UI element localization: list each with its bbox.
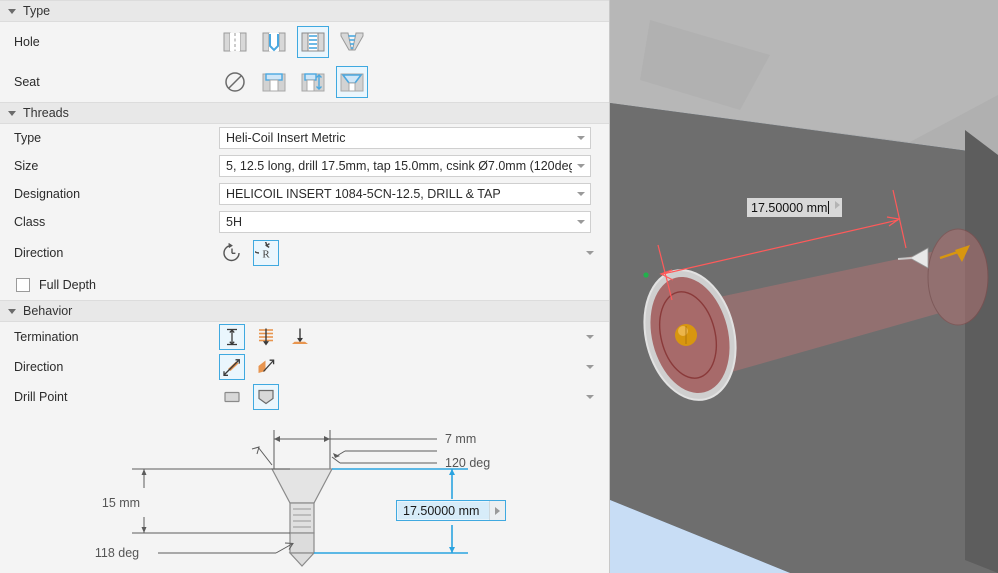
chevron-down-icon[interactable]	[572, 184, 590, 204]
viewport-dimension-stepper-icon[interactable]	[835, 201, 840, 209]
right-hand-thread-icon[interactable]: R	[253, 240, 279, 266]
row-thread-size: Size 5, 12.5 long, drill 17.5mm, tap 15.…	[0, 152, 609, 180]
spotface-seat-icon[interactable]	[297, 66, 329, 98]
drill-depth-stepper-icon[interactable]	[489, 501, 505, 520]
section-title-threads: Threads	[23, 106, 69, 120]
tapped-hole-icon[interactable]	[297, 26, 329, 58]
label-behavior-direction: Direction	[14, 360, 219, 374]
diagram-label-tap-depth: 15 mm	[102, 496, 140, 510]
clearance-hole-icon[interactable]	[258, 26, 290, 58]
viewport-dimension-value[interactable]: 17.50000 mm	[751, 201, 827, 215]
row-drill-point: Drill Point	[0, 382, 609, 412]
diagram-label-csink-angle: 120 deg	[445, 456, 490, 470]
chevron-down-icon[interactable]	[572, 212, 590, 232]
left-hand-thread-icon[interactable]	[219, 240, 245, 266]
row-behavior-direction: Direction	[0, 352, 609, 382]
row-thread-designation: Designation HELICOIL INSERT 1084-5CN-12.…	[0, 180, 609, 208]
one-side-direction-icon[interactable]	[219, 354, 245, 380]
section-header-type[interactable]: Type	[0, 0, 609, 22]
full-depth-checkbox[interactable]	[16, 278, 30, 292]
chevron-down-icon	[8, 309, 16, 314]
simple-hole-icon[interactable]	[219, 26, 251, 58]
counterbore-seat-icon[interactable]	[258, 66, 290, 98]
3d-scene	[610, 0, 998, 573]
row-thread-type: Type Heli-Coil Insert Metric	[0, 124, 609, 152]
3d-viewport[interactable]	[610, 0, 998, 573]
label-hole: Hole	[14, 35, 219, 49]
thread-type-value: Heli-Coil Insert Metric	[220, 131, 572, 145]
section-header-behavior[interactable]: Behavior	[0, 300, 609, 322]
section-header-threads[interactable]: Threads	[0, 102, 609, 124]
chevron-down-icon[interactable]	[572, 156, 590, 176]
row-termination: Termination	[0, 322, 609, 352]
section-title-type: Type	[23, 4, 50, 18]
label-drill-point: Drill Point	[14, 390, 219, 404]
thread-size-value: 5, 12.5 long, drill 17.5mm, tap 15.0mm, …	[220, 159, 572, 173]
full-depth-label: Full Depth	[39, 278, 96, 292]
drill-depth-input[interactable]: 17.50000 mm	[396, 500, 506, 521]
row-thread-direction: Direction R	[0, 236, 609, 270]
center-point-manipulator	[675, 324, 697, 346]
drill-point-more-icon[interactable]	[583, 390, 597, 404]
chevron-down-icon	[8, 9, 16, 14]
flipped-direction-icon[interactable]	[253, 354, 279, 380]
label-thread-class: Class	[14, 215, 219, 229]
chevron-down-icon	[8, 111, 16, 116]
flat-drill-point-icon[interactable]	[219, 384, 245, 410]
section-title-behavior: Behavior	[23, 304, 72, 318]
countersink-seat-icon[interactable]	[336, 66, 368, 98]
thread-designation-value: HELICOIL INSERT 1084-5CN-12.5, DRILL & T…	[220, 187, 572, 201]
distance-termination-icon[interactable]	[219, 324, 245, 350]
taper-tapped-hole-icon[interactable]	[336, 26, 368, 58]
full-depth-checkbox-row[interactable]: Full Depth	[0, 270, 609, 300]
diagram-label-drill-point-angle: 118 deg	[95, 546, 139, 560]
hole-settings-panel: Type Hole	[0, 0, 610, 573]
row-seat-type: Seat	[0, 62, 609, 102]
hole-feature-dialog: Type Hole	[0, 0, 998, 573]
thread-class-combo[interactable]: 5H	[219, 211, 591, 233]
label-thread-designation: Designation	[14, 187, 219, 201]
label-seat: Seat	[14, 75, 219, 89]
hole-profile-diagram: 7 mm 120 deg	[0, 425, 610, 573]
thread-class-value: 5H	[220, 215, 572, 229]
viewport-dimension-input[interactable]: 17.50000 mm	[747, 198, 842, 217]
thread-size-combo[interactable]: 5, 12.5 long, drill 17.5mm, tap 15.0mm, …	[219, 155, 591, 177]
all-termination-icon[interactable]	[253, 324, 279, 350]
thread-type-combo[interactable]: Heli-Coil Insert Metric	[219, 127, 591, 149]
label-termination: Termination	[14, 330, 219, 344]
label-thread-size: Size	[14, 159, 219, 173]
label-thread-direction: Direction	[14, 246, 219, 260]
drill-depth-value[interactable]: 17.50000 mm	[398, 502, 489, 519]
chevron-down-icon[interactable]	[572, 128, 590, 148]
diagram-label-csink-diameter: 7 mm	[445, 432, 476, 446]
no-seat-icon[interactable]	[219, 66, 251, 98]
row-hole-type: Hole	[0, 22, 609, 62]
label-thread-type: Type	[14, 131, 219, 145]
text-cursor	[828, 201, 829, 214]
thread-designation-combo[interactable]: HELICOIL INSERT 1084-5CN-12.5, DRILL & T…	[219, 183, 591, 205]
angled-drill-point-icon[interactable]	[253, 384, 279, 410]
svg-text:R: R	[262, 248, 270, 260]
origin-point	[643, 272, 648, 277]
termination-more-icon[interactable]	[583, 330, 597, 344]
row-thread-class: Class 5H	[0, 208, 609, 236]
thread-direction-more-icon[interactable]	[583, 246, 597, 260]
to-object-termination-icon[interactable]	[287, 324, 313, 350]
block-right-face	[965, 130, 998, 573]
behavior-direction-more-icon[interactable]	[583, 360, 597, 374]
